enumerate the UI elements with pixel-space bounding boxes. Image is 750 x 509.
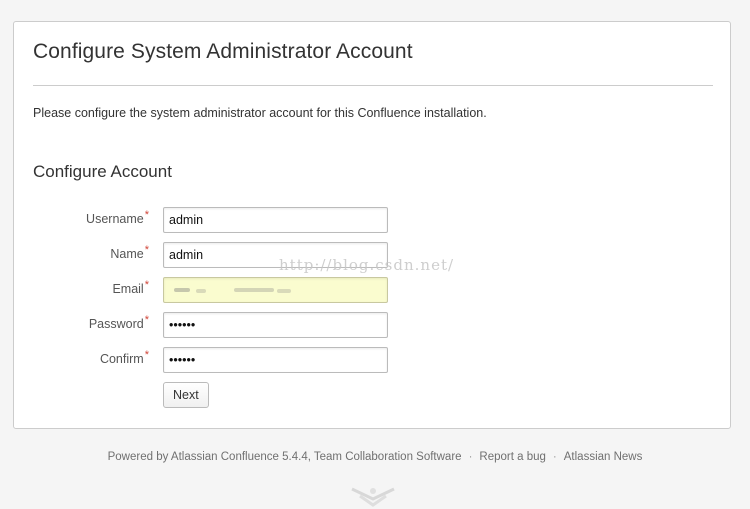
footer-separator: · (468, 451, 473, 463)
username-row: Username* (14, 207, 732, 233)
redacted-email (174, 285, 294, 295)
confirm-label: Confirm* (99, 349, 149, 366)
password-input[interactable] (163, 312, 388, 338)
intro-text: Please configure the system administrato… (33, 106, 487, 120)
password-label-text: Password (88, 317, 144, 331)
next-button[interactable]: Next (163, 382, 209, 408)
report-bug-link[interactable]: Report a bug (479, 451, 546, 463)
footer-separator: · (552, 451, 557, 463)
name-input[interactable] (163, 242, 388, 268)
confirm-password-input[interactable] (163, 347, 388, 373)
required-marker: * (144, 244, 149, 256)
confirm-row: Confirm* (14, 347, 732, 373)
username-label: Username* (86, 209, 149, 226)
name-row: Name* (14, 242, 732, 268)
name-label: Name* (110, 244, 149, 261)
section-title: Configure Account (33, 162, 172, 181)
confirm-label-text: Confirm (99, 352, 144, 366)
password-label: Password* (88, 314, 149, 331)
username-input[interactable] (163, 207, 388, 233)
required-marker: * (144, 209, 149, 221)
atlassian-logo-icon (351, 487, 395, 507)
atlassian-news-link[interactable]: Atlassian News (564, 451, 643, 463)
title-divider (33, 85, 713, 86)
required-marker: * (144, 349, 149, 361)
password-row: Password* (14, 312, 732, 338)
footer: Powered by Atlassian Confluence 5.4.4, T… (0, 451, 750, 463)
email-label: Email* (112, 279, 149, 296)
page-title: Configure System Administrator Account (33, 40, 413, 63)
email-label-text: Email (112, 282, 144, 296)
page: Configure System Administrator Account P… (0, 0, 750, 509)
powered-by-text: Powered by Atlassian Confluence 5.4.4, T… (107, 451, 462, 463)
required-marker: * (144, 314, 149, 326)
email-row: Email* (14, 277, 732, 303)
required-marker: * (144, 279, 149, 291)
name-label-text: Name (110, 247, 144, 261)
username-label-text: Username (86, 212, 144, 226)
setup-panel: Configure System Administrator Account P… (13, 21, 731, 429)
